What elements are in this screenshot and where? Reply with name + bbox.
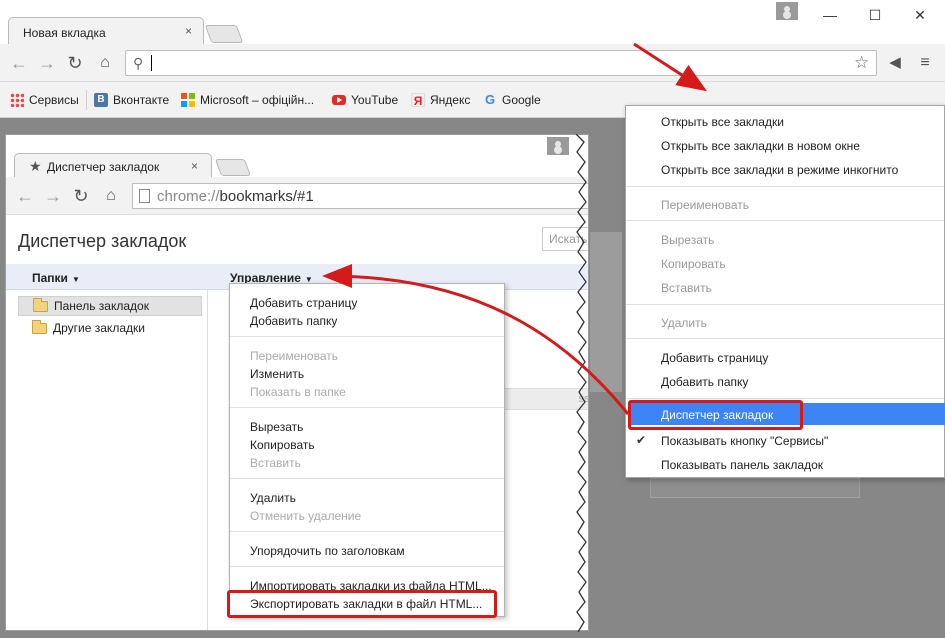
arrow-to-menu-icon [633, 42, 708, 92]
arrow-to-manage-menu [322, 264, 630, 415]
annotation-arrows [322, 42, 708, 415]
